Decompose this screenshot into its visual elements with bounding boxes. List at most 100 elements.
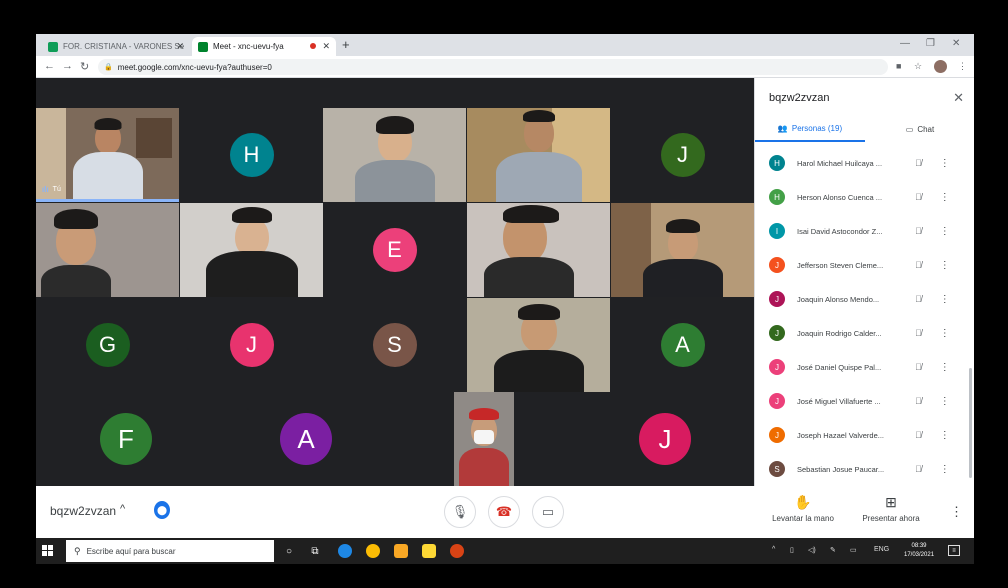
- more-options-icon[interactable]: ⋮: [940, 192, 950, 203]
- tab-people[interactable]: 👥 Personas (19): [755, 116, 865, 142]
- cortana-icon[interactable]: ○: [282, 544, 296, 558]
- tab-title: Meet - xnc-uevu-fya: [213, 42, 284, 51]
- recording-dot-icon: [310, 43, 316, 49]
- participant-tile[interactable]: A: [611, 298, 754, 392]
- participant-tile[interactable]: A: [216, 392, 396, 486]
- new-tab-icon[interactable]: +: [342, 37, 350, 52]
- more-options-icon[interactable]: ⋮: [940, 362, 950, 373]
- profile-avatar[interactable]: [934, 60, 947, 73]
- participant-avatar: G: [85, 323, 130, 367]
- tab-chat[interactable]: ▭ Chat: [865, 116, 974, 142]
- bookmark-star-icon[interactable]: ☆: [914, 61, 922, 72]
- close-panel-icon[interactable]: ✕: [953, 90, 964, 106]
- participant-tile[interactable]: [180, 203, 323, 297]
- participant-name: Joaquin Alonso Mendo...: [797, 294, 880, 304]
- participant-tile[interactable]: H: [180, 108, 323, 202]
- reload-icon[interactable]: ↻: [80, 60, 89, 73]
- participant-tile[interactable]: G: [36, 298, 179, 392]
- participant-video: [467, 203, 610, 297]
- panel-scrollbar[interactable]: [969, 368, 972, 478]
- powerpoint-icon[interactable]: [450, 544, 464, 558]
- list-item[interactable]: J José Daniel Quispe Pal... 🎙̸ ⋮: [755, 350, 969, 384]
- more-options-icon[interactable]: ⋮: [950, 504, 963, 520]
- list-item[interactable]: H Harol Michael Huilcaya ... 🎙̸ ⋮: [755, 146, 969, 180]
- participant-tile[interactable]: S: [323, 298, 466, 392]
- raise-hand-button[interactable]: ✋ Levantar la mano: [768, 494, 838, 523]
- participant-tile[interactable]: J: [180, 298, 323, 392]
- chevron-up-icon[interactable]: ^: [120, 503, 125, 515]
- browser-menu-icon[interactable]: ⋮: [958, 61, 967, 72]
- battery-icon[interactable]: ▯: [790, 546, 794, 554]
- browser-tab-forms[interactable]: FOR. CRISTIANA - VARONES Sec ✕: [42, 37, 190, 56]
- tab-close-icon[interactable]: ✕: [322, 41, 330, 52]
- minimize-icon[interactable]: —: [900, 38, 910, 49]
- maximize-icon[interactable]: ❐: [926, 38, 935, 49]
- participant-tile[interactable]: E: [323, 203, 466, 297]
- more-options-icon[interactable]: ⋮: [940, 328, 950, 339]
- list-item[interactable]: J José Miguel Villafuerte ... 🎙̸ ⋮: [755, 384, 969, 418]
- more-options-icon[interactable]: ⋮: [940, 294, 950, 305]
- url-input[interactable]: 🔒 meet.google.com/xnc-uevu-fya?authuser=…: [98, 59, 888, 75]
- tab-close-icon[interactable]: ✕: [176, 41, 184, 52]
- chrome-icon[interactable]: [366, 544, 380, 558]
- task-view-icon[interactable]: ⧉: [308, 544, 322, 558]
- mic-off-icon: 🎙̸: [915, 158, 922, 168]
- participant-tile[interactable]: [611, 203, 754, 297]
- participant-tile-self[interactable]: ılı Tú: [36, 108, 179, 202]
- pen-icon[interactable]: ✎: [830, 546, 836, 554]
- list-item[interactable]: J Joseph Hazael Valverde... 🎙̸ ⋮: [755, 418, 969, 452]
- windows-start-icon[interactable]: [42, 545, 53, 556]
- participant-tile[interactable]: [323, 108, 466, 202]
- store-icon[interactable]: [394, 544, 408, 558]
- participant-tile[interactable]: [467, 108, 610, 202]
- list-item[interactable]: J Joaquin Alonso Mendo... 🎙̸ ⋮: [755, 282, 969, 316]
- edge-icon[interactable]: [338, 544, 352, 558]
- microphone-toggle-button[interactable]: 🎙: [444, 496, 476, 528]
- more-options-icon[interactable]: ⋮: [940, 158, 950, 169]
- list-item[interactable]: J Jefferson Steven Cleme... 🎙̸ ⋮: [755, 248, 969, 282]
- camera-indicator-icon[interactable]: ■: [896, 61, 901, 71]
- browser-tab-bar: FOR. CRISTIANA - VARONES Sec ✕ Meet - xn…: [36, 34, 974, 56]
- file-explorer-icon[interactable]: [422, 544, 436, 558]
- camera-toggle-button[interactable]: ▭: [532, 496, 564, 528]
- participant-avatar: J: [229, 323, 274, 367]
- participant-avatar: H: [229, 133, 274, 177]
- participant-tile[interactable]: [36, 203, 179, 297]
- forward-arrow-icon[interactable]: →: [62, 60, 73, 72]
- taskbar-clock[interactable]: 08:39 17/03/2021: [904, 542, 934, 560]
- meeting-details-button[interactable]: bqzw2zvzan: [50, 504, 116, 518]
- window-close-icon[interactable]: ✕: [952, 38, 960, 49]
- participant-name: Herson Alonso Cuenca ...: [797, 192, 883, 202]
- present-now-button[interactable]: ⊞ Presentar ahora: [858, 494, 924, 523]
- list-item[interactable]: I Isai David Astocondor Z... 🎙̸ ⋮: [755, 214, 969, 248]
- mic-off-icon: 🎙̸: [915, 464, 922, 474]
- network-icon[interactable]: ▭: [850, 546, 857, 554]
- participant-tile[interactable]: [467, 298, 610, 392]
- volume-icon[interactable]: ◁): [808, 546, 816, 554]
- present-screen-icon: ⊞: [885, 494, 897, 510]
- tray-chevron-icon[interactable]: ^: [772, 546, 775, 553]
- browser-tab-meet[interactable]: Meet - xnc-uevu-fya ✕: [192, 37, 336, 56]
- taskbar-search-input[interactable]: ⚲ Escribe aquí para buscar: [66, 540, 274, 562]
- participant-tile[interactable]: J: [611, 108, 754, 202]
- notifications-icon[interactable]: ≡: [948, 545, 960, 556]
- participant-tile[interactable]: [467, 203, 610, 297]
- more-options-icon[interactable]: ⋮: [940, 464, 950, 475]
- participant-video: [36, 203, 179, 297]
- more-options-icon[interactable]: ⋮: [940, 260, 950, 271]
- more-options-icon[interactable]: ⋮: [940, 396, 950, 407]
- participant-tile[interactable]: J: [576, 392, 754, 486]
- language-indicator[interactable]: ENG: [874, 546, 889, 553]
- back-arrow-icon[interactable]: ←: [44, 60, 55, 72]
- list-item[interactable]: S Sebastian Josue Paucar... 🎙̸ ⋮: [755, 452, 969, 486]
- leave-call-button[interactable]: ☎: [488, 496, 520, 528]
- list-item[interactable]: H Herson Alonso Cuenca ... 🎙̸ ⋮: [755, 180, 969, 214]
- screen: FOR. CRISTIANA - VARONES Sec ✕ Meet - xn…: [36, 34, 974, 564]
- participant-tile[interactable]: F: [36, 392, 216, 486]
- host-controls-shield-icon[interactable]: ⬤: [154, 501, 170, 519]
- participant-avatar: A: [660, 323, 705, 367]
- participant-tile[interactable]: [396, 392, 576, 486]
- more-options-icon[interactable]: ⋮: [940, 226, 950, 237]
- list-item[interactable]: J Joaquin Rodrigo Calder... 🎙̸ ⋮: [755, 316, 969, 350]
- more-options-icon[interactable]: ⋮: [940, 430, 950, 441]
